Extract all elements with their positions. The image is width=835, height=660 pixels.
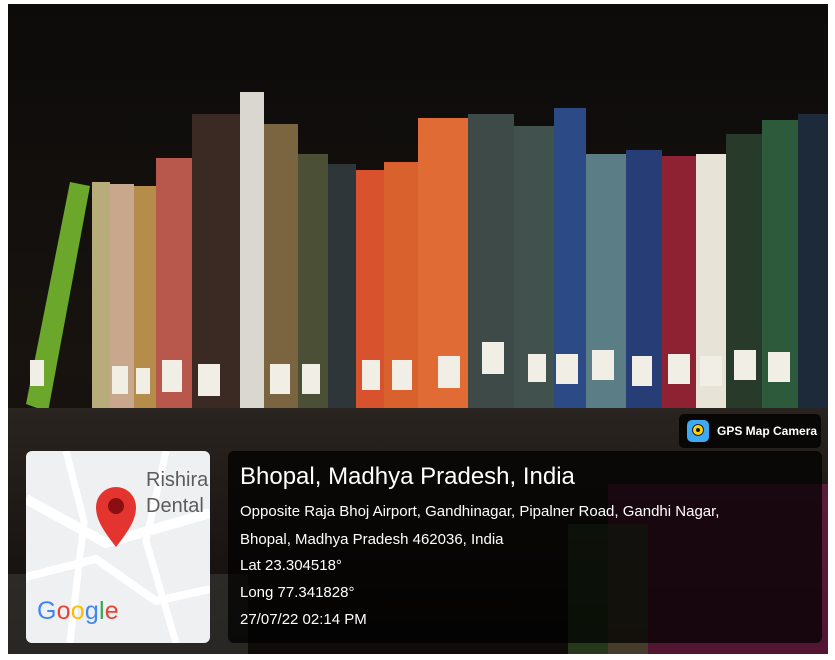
timestamp: 27/07/22 02:14 PM [240,611,367,628]
photo-frame: GPS Map Camera Rishira Dental Google Bho… [0,0,835,660]
gps-map-camera-badge: GPS Map Camera [679,414,821,448]
map-place-label-line2: Dental [146,495,204,517]
google-logo: Google [37,597,119,625]
location-title: Bhopal, Madhya Pradesh, India [240,463,575,490]
location-info-panel: Bhopal, Madhya Pradesh, India Opposite R… [228,451,822,643]
address-line-1: Opposite Raja Bhoj Airport, Gandhinagar,… [240,503,720,520]
latitude: Lat 23.304518° [240,557,342,574]
badge-label: GPS Map Camera [717,424,818,438]
address-line-2: Bhopal, Madhya Pradesh 462036, India [240,531,504,548]
longitude: Long 77.341828° [240,584,355,601]
map-thumbnail: Rishira Dental Google [26,451,210,643]
map-place-label-line1: Rishira [146,469,209,491]
gps-map-camera-app-icon [687,420,709,442]
